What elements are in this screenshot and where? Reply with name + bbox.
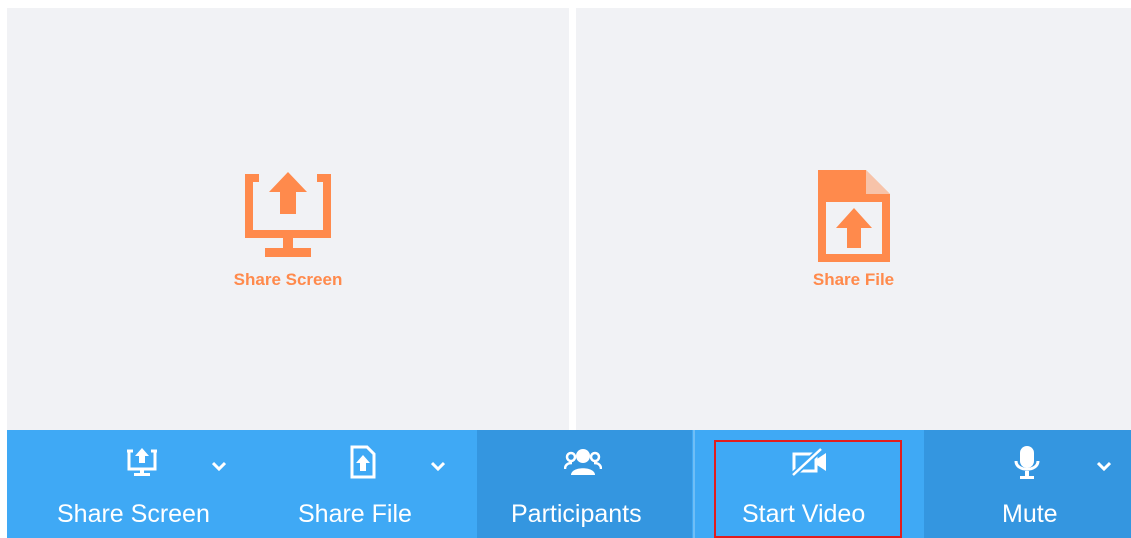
- start-video-label: Start Video: [742, 500, 866, 528]
- microphone-icon: [1012, 444, 1042, 480]
- chevron-down-icon[interactable]: [428, 458, 448, 474]
- mute-button[interactable]: Mute: [924, 430, 1131, 538]
- share-screen-label: Share Screen: [57, 500, 210, 528]
- share-file-label: Share File: [298, 500, 412, 528]
- chevron-down-icon[interactable]: [209, 458, 229, 474]
- mute-label: Mute: [1002, 500, 1058, 528]
- participants-button[interactable]: Participants: [477, 430, 692, 538]
- meeting-window: Share Screen Share File Share Screen Sha…: [0, 0, 1131, 538]
- share-screen-icon: [243, 168, 333, 264]
- share-file-icon: [348, 444, 378, 480]
- share-file-panel[interactable]: Share File: [576, 8, 1131, 430]
- participants-icon: [563, 444, 603, 480]
- start-video-button[interactable]: Start Video: [714, 430, 902, 538]
- toolbar-divider: [693, 430, 695, 538]
- participants-label: Participants: [511, 500, 642, 528]
- share-file-icon: [809, 168, 899, 264]
- share-file-button[interactable]: Share File: [252, 430, 477, 538]
- chevron-down-icon[interactable]: [1094, 458, 1114, 474]
- share-screen-panel[interactable]: Share Screen: [7, 8, 569, 430]
- video-off-icon: [790, 444, 830, 480]
- share-screen-icon: [123, 444, 161, 480]
- share-file-panel-label: Share File: [812, 270, 895, 289]
- meeting-toolbar: Share Screen Share File Participants Sta…: [7, 430, 1131, 538]
- share-screen-button[interactable]: Share Screen: [7, 430, 252, 538]
- share-screen-panel-label: Share Screen: [233, 270, 343, 289]
